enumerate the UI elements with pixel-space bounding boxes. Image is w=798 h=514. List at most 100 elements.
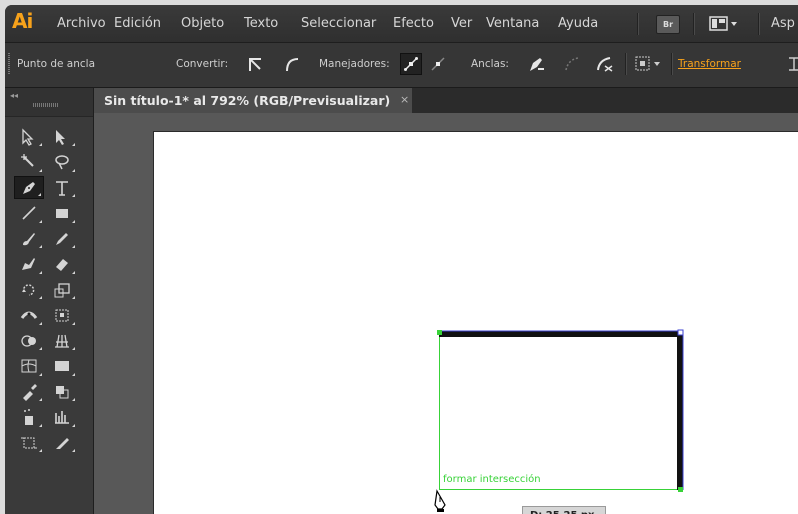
connect-anchors-icon: [565, 57, 579, 71]
tool-flyout-indicator: [39, 245, 42, 248]
menu-separator: [758, 13, 760, 35]
perspective-grid-tool-icon: [55, 334, 69, 348]
tool-flyout-indicator: [39, 372, 42, 376]
tool-flyout-indicator: [72, 347, 75, 350]
tool-rotate[interactable]: [14, 278, 44, 301]
rotate-tool-icon: [22, 283, 35, 296]
selection-tool-icon: [22, 127, 34, 146]
tool-free-transform[interactable]: [47, 304, 77, 327]
tool-width[interactable]: [14, 304, 44, 327]
drawn-path[interactable]: [439, 331, 683, 490]
line-segment-tool-icon: [22, 206, 36, 220]
tool-pen[interactable]: [14, 176, 44, 199]
tool-blend[interactable]: [47, 380, 77, 403]
bridge-button[interactable]: Br: [656, 15, 680, 34]
convert-corner-icon: [249, 58, 261, 71]
pen-tool-icon: [23, 181, 35, 194]
distance-tooltip: D: 25.25 px: [522, 506, 606, 514]
menu-efecto[interactable]: Efecto: [393, 16, 434, 31]
tool-flyout-indicator: [39, 270, 42, 274]
menu-seleccionar[interactable]: Seleccionar: [301, 16, 376, 31]
anchors-label: Anclas:: [471, 58, 509, 70]
close-tab-icon[interactable]: ×: [400, 93, 409, 106]
symbol-sprayer-tool-icon: [24, 409, 33, 425]
cut-path-icon: [597, 57, 613, 72]
tool-flyout-indicator: [39, 219, 42, 223]
tool-paintbrush[interactable]: [14, 227, 44, 250]
tool-eraser[interactable]: [47, 253, 77, 276]
tool-column-graph[interactable]: [47, 406, 77, 429]
tool-perspective-grid[interactable]: [47, 329, 77, 352]
shape-builder-tool-icon: [21, 334, 36, 347]
tool-lasso[interactable]: [47, 151, 77, 174]
tool-selection[interactable]: [14, 125, 44, 148]
eraser-tool-icon: [56, 259, 68, 271]
control-separator: [625, 53, 627, 75]
hide-handles-button[interactable]: [427, 53, 449, 75]
menu-ayuda[interactable]: Ayuda: [558, 16, 598, 31]
tool-flyout-indicator: [39, 347, 42, 350]
pasteboard[interactable]: formar intersección D: 25.25 px: [94, 113, 798, 514]
blob-brush-tool-icon: [22, 258, 35, 270]
collapse-panel-icon[interactable]: ◂◂: [10, 91, 18, 100]
convert-to-corner-button[interactable]: [244, 53, 266, 75]
menu-texto[interactable]: Texto: [244, 16, 278, 31]
transform-link[interactable]: Transformar: [678, 58, 741, 70]
workspace-switcher[interactable]: Asp: [771, 16, 795, 31]
tool-symbol-sprayer[interactable]: [14, 406, 44, 429]
panel-grip[interactable]: [33, 103, 59, 107]
tool-artboard[interactable]: [14, 431, 44, 454]
tool-eyedropper[interactable]: [14, 380, 44, 403]
tool-slice[interactable]: [47, 431, 77, 454]
show-handles-button[interactable]: [400, 53, 422, 75]
cut-path-button[interactable]: [594, 53, 616, 75]
column-graph-tool-icon: [55, 411, 69, 424]
tool-flyout-indicator: [72, 423, 75, 427]
tool-line-segment[interactable]: [14, 202, 44, 225]
tool-flyout-indicator: [72, 194, 75, 197]
show-handles-icon: [404, 57, 418, 71]
tool-rectangle[interactable]: [47, 202, 77, 225]
gradient-tool-icon: [55, 361, 69, 371]
tool-shape-builder[interactable]: [14, 329, 44, 352]
tool-flyout-indicator: [39, 168, 42, 172]
convert-smooth-icon: [286, 58, 299, 72]
document-tab[interactable]: Sin título-1* al 792% (RGB/Previsualizar…: [94, 88, 412, 113]
tool-scale[interactable]: [47, 278, 77, 301]
tool-mesh[interactable]: [14, 355, 44, 378]
menu-objeto[interactable]: Objeto: [181, 16, 224, 31]
panel-grip[interactable]: [8, 53, 10, 75]
artwork-canvas[interactable]: [154, 132, 798, 514]
tool-flyout-indicator: [72, 168, 75, 172]
tool-type[interactable]: [47, 176, 77, 199]
width-tool-icon: [20, 311, 38, 319]
arrange-documents-button[interactable]: [709, 15, 741, 32]
arrange-documents-icon: [709, 16, 737, 31]
smart-guide-outline: [439, 332, 681, 490]
tool-magic-wand[interactable]: [14, 151, 44, 174]
isolate-button[interactable]: [633, 53, 665, 75]
tool-flyout-indicator: [72, 372, 75, 376]
align-button[interactable]: [783, 53, 798, 75]
menu-archivo[interactable]: Archivo: [57, 16, 106, 31]
remove-anchor-button[interactable]: [525, 53, 547, 75]
menu-edicion[interactable]: Edición: [114, 16, 161, 31]
free-transform-tool-icon: [55, 309, 69, 322]
menu-separator: [637, 13, 639, 35]
convert-to-smooth-button[interactable]: [281, 53, 303, 75]
menu-ver[interactable]: Ver: [451, 16, 472, 31]
connect-anchors-button[interactable]: [561, 53, 583, 75]
anchor-point[interactable]: [677, 329, 684, 336]
anchor-point[interactable]: [678, 487, 683, 492]
tool-blob-brush[interactable]: [14, 253, 44, 276]
anchor-point[interactable]: [437, 330, 442, 335]
app-window: Ai Archivo Edición Objeto Texto Seleccio…: [5, 5, 798, 514]
menu-ventana[interactable]: Ventana: [486, 16, 539, 31]
menu-separator: [693, 13, 695, 35]
tool-flyout-indicator: [72, 296, 75, 299]
artboard[interactable]: formar intersección D: 25.25 px: [154, 132, 798, 514]
tool-pencil[interactable]: [47, 227, 77, 250]
tools-panel-header: ◂◂: [5, 88, 93, 117]
tool-direct-selection[interactable]: [47, 125, 77, 148]
tool-gradient[interactable]: [47, 355, 77, 378]
